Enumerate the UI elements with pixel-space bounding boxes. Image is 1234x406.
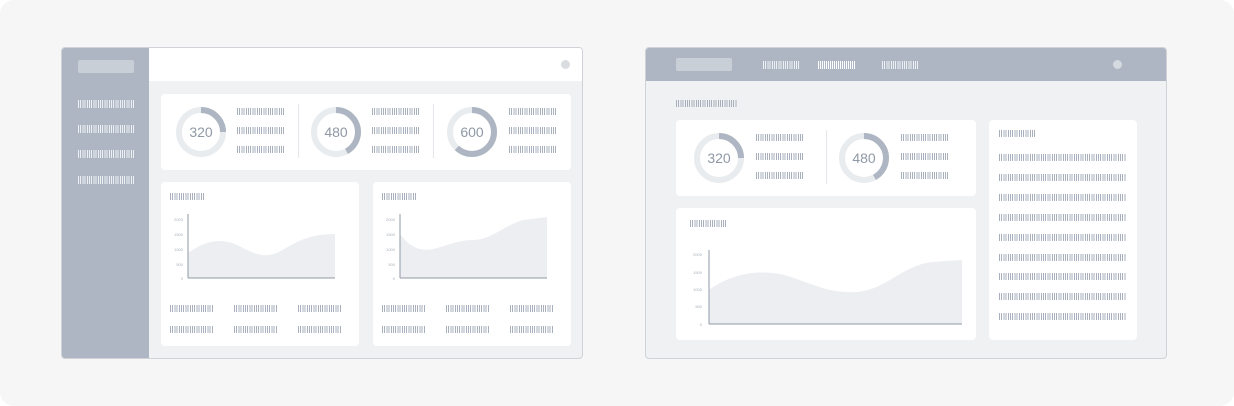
y-tick-label: 2000: [386, 217, 396, 222]
stat-label-line: [756, 172, 803, 179]
legend-line: [446, 326, 490, 333]
stat-label-line: [509, 146, 556, 153]
y-tick-label: 1500: [174, 232, 184, 237]
sidebar-nav-item[interactable]: [78, 100, 134, 108]
area-chart: 2000 1500 1000 500 0: [174, 214, 335, 281]
stat-label-line: [372, 146, 419, 153]
list-item[interactable]: [999, 214, 1126, 221]
divider: [826, 130, 827, 184]
stat-label-line: [372, 127, 419, 134]
page-title-line: [676, 100, 737, 107]
stat-label-line: [901, 153, 948, 160]
stat-label-line: [237, 108, 284, 115]
area-series: [400, 217, 547, 278]
top-nav-item[interactable]: [763, 61, 799, 69]
donut-stat: 480: [839, 133, 889, 183]
stats-card: 320 480 600: [161, 94, 571, 170]
stat-value: 600: [460, 124, 484, 140]
logo-placeholder: [78, 60, 134, 73]
area-chart: 2000 1500 1000 500 0: [693, 250, 962, 327]
chart-title-line: [382, 193, 417, 200]
stats-card: 320 480: [676, 120, 976, 196]
legend-line: [382, 305, 426, 312]
y-tick-label: 500: [695, 304, 702, 309]
chart-title-line: [690, 220, 726, 227]
y-tick-label: 2000: [174, 217, 184, 222]
legend-line: [510, 326, 554, 333]
donut-stat: 320: [694, 133, 744, 183]
stat-label-line: [756, 134, 803, 141]
area-series: [188, 234, 335, 278]
chart-card: 2000 1500 1000 500 0: [161, 182, 359, 346]
list-item[interactable]: [999, 313, 1126, 320]
sidebar-nav-item[interactable]: [78, 150, 134, 158]
y-tick-label: 0: [700, 322, 703, 327]
y-tick-label: 1500: [386, 232, 396, 237]
stat-label-line: [237, 146, 284, 153]
avatar-dot[interactable]: [1113, 60, 1122, 69]
top-bar: [149, 48, 582, 81]
y-tick-label: 0: [393, 276, 396, 281]
y-tick-label: 2000: [693, 252, 703, 257]
list-item[interactable]: [999, 234, 1126, 241]
logo-placeholder: [676, 58, 732, 71]
stat-label-line: [509, 108, 556, 115]
stat-value: 480: [852, 150, 876, 166]
legend-line: [234, 326, 278, 333]
list-item[interactable]: [999, 154, 1126, 161]
stat-label-line: [237, 127, 284, 134]
donut-stat: 600: [447, 107, 497, 157]
legend-line: [510, 305, 554, 312]
stat-label-line: [901, 172, 948, 179]
list-item[interactable]: [999, 194, 1126, 201]
list-item[interactable]: [999, 293, 1126, 300]
stat-label-line: [901, 134, 948, 141]
list-item[interactable]: [999, 254, 1126, 261]
dashboard-mockup-sidebar: 320 480 600 2000 1500 1000 500 0 2000 15…: [61, 47, 583, 359]
chart-card: 2000 1500 1000 500 0: [373, 182, 571, 346]
sidebar-nav-item[interactable]: [78, 176, 134, 184]
sidebar: [62, 48, 149, 358]
y-tick-label: 1500: [693, 270, 703, 275]
y-tick-label: 1000: [174, 247, 184, 252]
y-tick-label: 500: [388, 262, 395, 267]
divider: [433, 104, 434, 158]
chart-title-line: [170, 193, 205, 200]
y-tick-label: 500: [176, 262, 183, 267]
y-tick-label: 1000: [386, 247, 396, 252]
top-nav-bar: [646, 48, 1166, 81]
y-tick-label: 0: [181, 276, 184, 281]
y-tick-label: 1000: [693, 287, 703, 292]
donut-stat: 320: [176, 107, 226, 157]
chart-card: 2000 1500 1000 500 0: [676, 208, 976, 340]
dashboard-mockup-topnav: 320 480 2000 1500 1000 500 0: [645, 47, 1167, 359]
legend-line: [446, 305, 490, 312]
stat-label-line: [509, 127, 556, 134]
top-nav-item-active[interactable]: [818, 61, 856, 69]
stat-value: 320: [189, 124, 213, 140]
stat-value: 480: [324, 124, 348, 140]
list-title-line: [999, 130, 1035, 137]
area-series: [709, 260, 962, 324]
legend-line: [170, 305, 214, 312]
legend-line: [382, 326, 426, 333]
list-item[interactable]: [999, 273, 1126, 280]
stat-label-line: [756, 153, 803, 160]
area-chart: 2000 1500 1000 500 0: [386, 214, 547, 281]
legend-line: [298, 326, 342, 333]
sidebar-nav-item[interactable]: [78, 125, 134, 133]
list-item[interactable]: [999, 174, 1126, 181]
legend-line: [170, 326, 214, 333]
stat-value: 320: [707, 150, 731, 166]
canvas: 320 480 600 2000 1500 1000 500 0 2000 15…: [0, 0, 1234, 406]
list-card: [989, 120, 1137, 340]
avatar-dot[interactable]: [561, 60, 570, 69]
legend-line: [298, 305, 342, 312]
stat-label-line: [372, 108, 419, 115]
top-nav-item[interactable]: [882, 61, 918, 69]
donut-stat: 480: [311, 107, 361, 157]
legend-line: [234, 305, 278, 312]
divider: [298, 104, 299, 158]
